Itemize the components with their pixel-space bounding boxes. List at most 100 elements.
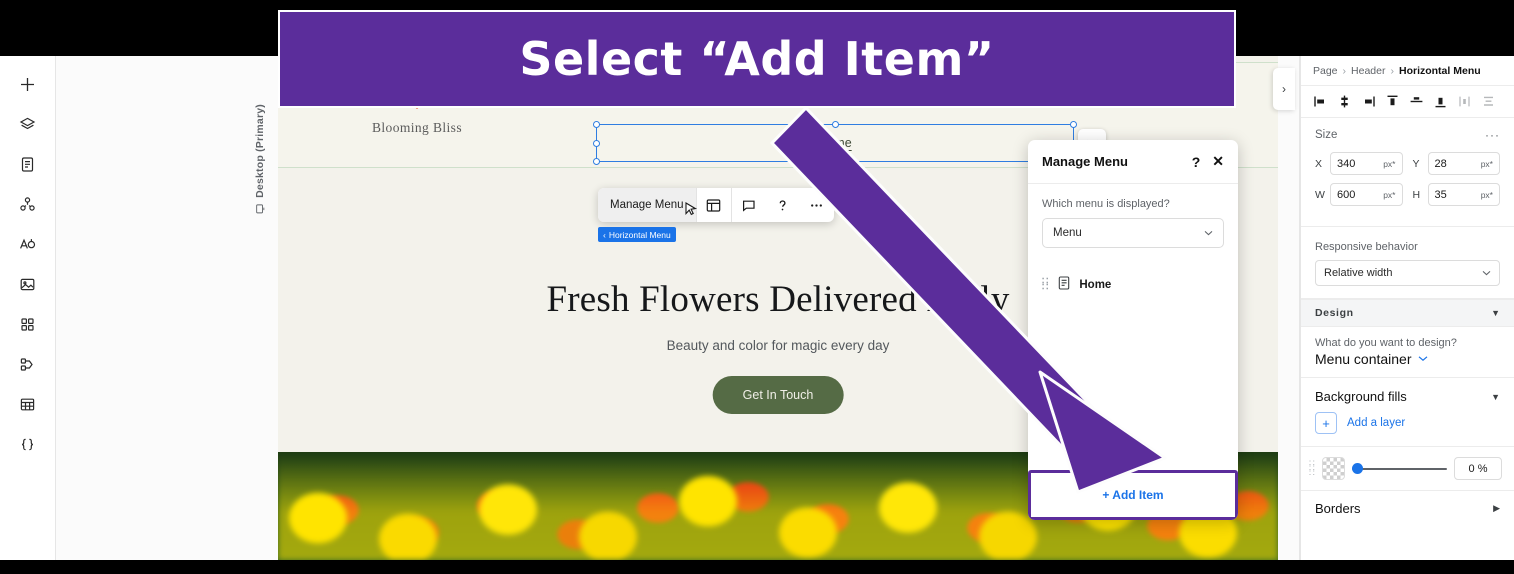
instruction-banner-text: Select “Add Item” bbox=[519, 32, 995, 86]
manage-menu-panel-title: Manage Menu bbox=[1042, 154, 1128, 169]
breadcrumb-separator-1: › bbox=[1342, 64, 1347, 77]
add-layer-row[interactable]: + Add a layer bbox=[1301, 412, 1514, 447]
list-item[interactable]: ∷ ∷ Home bbox=[1042, 276, 1224, 293]
selected-menu-container[interactable]: Home bbox=[593, 121, 1077, 165]
resize-handle-bottom-left[interactable] bbox=[593, 158, 600, 165]
left-tool-rail bbox=[0, 56, 56, 560]
opacity-value-input[interactable]: 0 % bbox=[1454, 457, 1502, 480]
layers-icon[interactable] bbox=[12, 108, 44, 140]
layout-icon[interactable] bbox=[697, 188, 731, 222]
instruction-banner: Select “Add Item” bbox=[278, 10, 1236, 108]
help-icon[interactable] bbox=[766, 188, 800, 222]
size-row-wh: W 600 px* H 35 px* bbox=[1315, 183, 1500, 206]
align-right-icon[interactable] bbox=[1357, 91, 1379, 113]
w-label: W bbox=[1315, 188, 1325, 201]
borders-expand-chevron-icon: ▶ bbox=[1493, 503, 1500, 513]
menu-select-value: Menu bbox=[1053, 227, 1082, 239]
page-icon bbox=[1058, 276, 1070, 293]
slider-knob[interactable] bbox=[1352, 463, 1364, 474]
align-top-icon[interactable] bbox=[1381, 91, 1403, 113]
badge-label: Horizontal Menu bbox=[608, 229, 671, 240]
responsive-value: Relative width bbox=[1324, 267, 1393, 279]
get-in-touch-button[interactable]: Get In Touch bbox=[712, 376, 844, 414]
design-question: What do you want to design? bbox=[1315, 337, 1457, 349]
x-label: X bbox=[1315, 157, 1323, 170]
responsive-label: Responsive behavior bbox=[1315, 241, 1418, 253]
menu-select[interactable]: Menu bbox=[1042, 218, 1224, 248]
collapse-panel-chevron-icon[interactable]: › bbox=[1273, 68, 1295, 110]
distribute-horizontal-icon[interactable] bbox=[1453, 91, 1475, 113]
chevron-down-icon-design bbox=[1418, 354, 1428, 365]
align-middle-vertical-icon[interactable] bbox=[1405, 91, 1427, 113]
transparent-swatch[interactable] bbox=[1322, 457, 1346, 480]
panel-close-icon[interactable]: ✕ bbox=[1212, 153, 1224, 170]
breadcrumb-separator-2: › bbox=[1390, 64, 1394, 77]
background-fills-title: Background fills bbox=[1315, 389, 1407, 404]
resize-handle-bottom-center[interactable] bbox=[831, 158, 839, 165]
size-more-icon[interactable]: ··· bbox=[1485, 128, 1500, 142]
h-field-group: H 35 px* bbox=[1413, 183, 1500, 206]
badge-back-chevron-icon: ‹ bbox=[603, 229, 606, 240]
text-styles-icon[interactable] bbox=[12, 228, 44, 260]
apps-icon[interactable] bbox=[12, 308, 44, 340]
size-row-xy: X 340 px* Y 28 px* bbox=[1315, 152, 1500, 175]
resize-handle-top-left[interactable] bbox=[593, 121, 600, 128]
element-type-badge[interactable]: ‹ Horizontal Menu bbox=[598, 227, 676, 242]
h-unit: px* bbox=[1480, 189, 1493, 200]
distribute-vertical-icon[interactable] bbox=[1477, 91, 1499, 113]
chevron-down-icon bbox=[1482, 267, 1491, 279]
mouse-cursor-icon bbox=[684, 202, 698, 220]
y-input[interactable]: 28 px* bbox=[1427, 152, 1500, 175]
interactions-icon[interactable] bbox=[12, 348, 44, 380]
h-input[interactable]: 35 px* bbox=[1427, 183, 1500, 206]
menu-item-label: Home bbox=[1079, 278, 1112, 291]
add-item-button[interactable]: + Add Item bbox=[1031, 473, 1235, 517]
align-left-icon[interactable] bbox=[1309, 91, 1331, 113]
manage-menu-panel-body: Which menu is displayed? Menu ∷ ∷ Home bbox=[1028, 184, 1238, 470]
background-fills-header[interactable]: Background fills ▼ bbox=[1301, 378, 1514, 412]
resize-handle-top-center[interactable] bbox=[831, 121, 839, 128]
opacity-slider[interactable] bbox=[1352, 463, 1447, 475]
add-layer-label[interactable]: Add a layer bbox=[1347, 417, 1405, 429]
media-icon[interactable] bbox=[12, 268, 44, 300]
x-input[interactable]: 340 px* bbox=[1330, 152, 1403, 175]
menu-item-drag-handle-icon[interactable]: ∷ ∷ bbox=[1042, 276, 1049, 292]
h-value: 35 bbox=[1434, 188, 1447, 201]
y-value: 28 bbox=[1434, 157, 1447, 170]
pages-icon[interactable] bbox=[12, 148, 44, 180]
y-unit: px* bbox=[1480, 158, 1493, 169]
manage-menu-button[interactable]: Manage Menu bbox=[598, 188, 698, 222]
size-section-header: Size ··· bbox=[1315, 128, 1500, 142]
borders-section[interactable]: Borders ▶ bbox=[1301, 490, 1514, 526]
cms-icon[interactable] bbox=[12, 188, 44, 220]
table-icon[interactable] bbox=[12, 388, 44, 420]
viewport-label: Desktop (Primary) bbox=[254, 104, 266, 214]
add-item-highlight: + Add Item bbox=[1028, 470, 1238, 520]
w-input[interactable]: 600 px* bbox=[1330, 183, 1403, 206]
resize-handle-middle-left[interactable] bbox=[593, 139, 600, 147]
manage-menu-label: Manage Menu bbox=[610, 199, 684, 211]
slider-track bbox=[1352, 467, 1447, 470]
add-icon[interactable] bbox=[12, 68, 44, 100]
responsive-section: Responsive behavior Relative width bbox=[1301, 227, 1514, 299]
panel-help-icon[interactable]: ? bbox=[1192, 154, 1201, 170]
breadcrumb-page[interactable]: Page bbox=[1313, 65, 1338, 77]
w-field-group: W 600 px* bbox=[1315, 183, 1403, 206]
drag-handle-icon[interactable]: ∷ ∷ ∷ bbox=[1309, 459, 1315, 478]
resize-handle-top-right[interactable] bbox=[1070, 121, 1077, 128]
code-icon[interactable] bbox=[12, 428, 44, 460]
design-target-select[interactable]: Menu container bbox=[1301, 351, 1514, 378]
responsive-behavior-select[interactable]: Relative width bbox=[1315, 260, 1500, 286]
comment-icon[interactable] bbox=[732, 188, 766, 222]
background-fills-chevron-icon: ▼ bbox=[1491, 391, 1500, 402]
design-section-header[interactable]: Design ▼ bbox=[1301, 299, 1514, 327]
breadcrumb-header[interactable]: Header bbox=[1351, 65, 1385, 77]
y-label: Y bbox=[1412, 157, 1420, 170]
align-center-horizontal-icon[interactable] bbox=[1333, 91, 1355, 113]
add-layer-plus-icon[interactable]: + bbox=[1315, 412, 1337, 434]
align-bottom-icon[interactable] bbox=[1429, 91, 1451, 113]
alignment-toolbar bbox=[1301, 86, 1514, 118]
menu-link-home[interactable]: Home bbox=[597, 125, 1073, 161]
size-section: Size ··· X 340 px* Y 28 px* W 600 px* H … bbox=[1301, 118, 1514, 227]
more-icon[interactable] bbox=[800, 188, 834, 222]
